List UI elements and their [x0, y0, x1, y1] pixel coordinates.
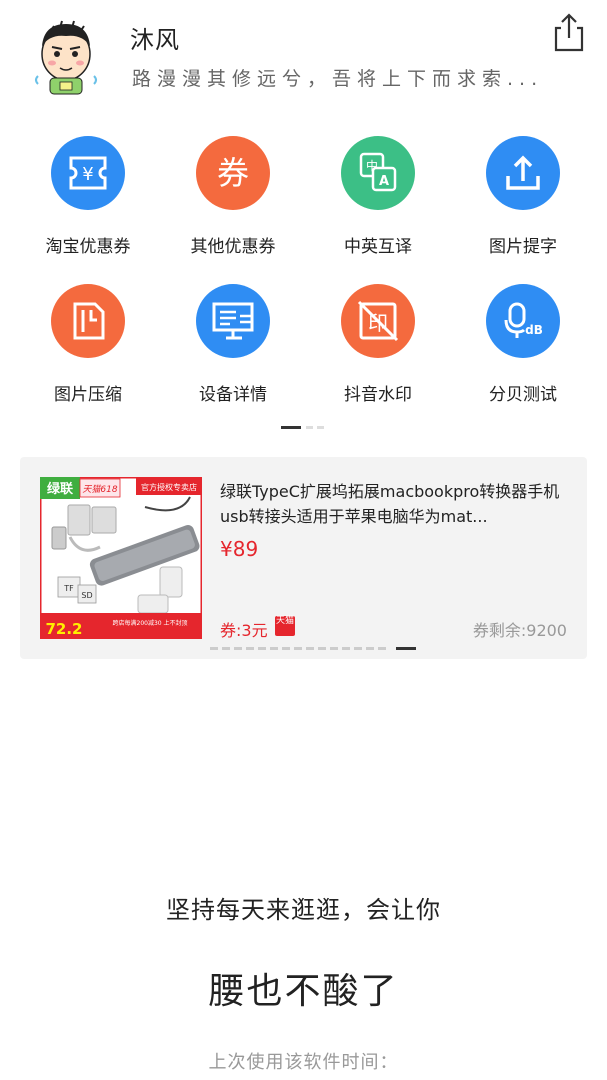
tool-label: 中英互译	[344, 237, 412, 257]
tool-label: 设备详情	[199, 385, 267, 405]
page-dot	[317, 426, 324, 429]
card-page-indicator	[210, 647, 416, 651]
tool-taobao-coupon[interactable]: ¥ 淘宝优惠券	[18, 128, 158, 258]
tool-label: 分贝测试	[489, 385, 557, 405]
page-dot	[270, 647, 278, 650]
user-motto: 路漫漫其修远兮，吾将上下而求索...	[132, 68, 544, 90]
page-dot	[318, 647, 326, 650]
page-dot	[330, 647, 338, 650]
svg-text:dB: dB	[525, 323, 543, 337]
no-watermark-icon: 印	[341, 284, 415, 358]
translate-icon: 中 A	[341, 136, 415, 210]
coupon-value: 券:3元	[220, 621, 268, 640]
svg-text:SD: SD	[81, 591, 92, 600]
tool-other-coupon[interactable]: 券 其他优惠券	[163, 128, 303, 258]
product-price: ¥89	[220, 537, 259, 561]
page-dot	[306, 647, 314, 650]
slogan-line-2: 腰也不酸了	[208, 971, 399, 1012]
monitor-icon	[196, 284, 270, 358]
page-dot-active	[396, 647, 416, 650]
page-dot	[258, 647, 266, 650]
slogan-line-1: 坚持每天来逛逛，会让你	[166, 896, 441, 924]
tool-decibel-test[interactable]: dB 分贝测试	[453, 276, 593, 406]
svg-text:券: 券	[217, 154, 249, 192]
svg-text:绿联: 绿联	[47, 481, 73, 497]
coupon-quan-icon: 券	[196, 136, 270, 210]
svg-text:¥: ¥	[82, 164, 93, 185]
last-use-time-label: 上次使用该软件时间：	[208, 1052, 399, 1073]
tool-label: 其他优惠券	[190, 237, 276, 257]
product-card[interactable]: 绿联 天猫618 官方授权专卖店 TF SD 72.2 跨店每满200减30 上…	[20, 457, 587, 659]
svg-text:A: A	[379, 174, 389, 189]
page-dot	[222, 647, 230, 650]
grid-page-indicator	[0, 426, 607, 430]
svg-text:跨店每满200减30 上不封顶: 跨店每满200减30 上不封顶	[113, 619, 188, 627]
tool-translate[interactable]: 中 A 中英互译	[308, 128, 448, 258]
coupon-remaining: 券剩余:9200	[472, 621, 567, 640]
share-button[interactable]	[548, 10, 588, 54]
upload-icon	[486, 136, 560, 210]
svg-text:中: 中	[366, 158, 378, 173]
decibel-mic-icon: dB	[486, 284, 560, 358]
tool-label: 淘宝优惠券	[45, 237, 131, 257]
page-dot	[282, 647, 290, 650]
product-image: 绿联 天猫618 官方授权专卖店 TF SD 72.2 跨店每满200减30 上…	[38, 475, 204, 641]
compress-file-icon	[51, 284, 125, 358]
ticket-yuan-icon: ¥	[51, 136, 125, 210]
share-icon	[548, 13, 588, 58]
page-dot	[366, 647, 374, 650]
tmall-badge: 天猫	[275, 616, 295, 636]
tool-label: 抖音水印	[344, 385, 412, 405]
page-dot	[306, 426, 313, 429]
tool-douyin-watermark[interactable]: 印 抖音水印	[308, 276, 448, 406]
page-dot	[378, 647, 386, 650]
tool-device-info[interactable]: 设备详情	[163, 276, 303, 406]
username: 沐风	[130, 26, 180, 54]
page-dot	[342, 647, 350, 650]
tool-label: 图片压缩	[54, 385, 122, 405]
page-dot	[354, 647, 362, 650]
product-title: 绿联TypeC扩展坞拓展macbookpro转换器手机usb转接头适用于苹果电脑…	[220, 482, 560, 526]
profile-header: 沐风 路漫漫其修远兮，吾将上下而求索...	[0, 0, 607, 110]
page-dot	[246, 647, 254, 650]
page-dot	[210, 647, 218, 650]
page-dot	[294, 647, 302, 650]
avatar[interactable]	[30, 16, 102, 98]
tool-image-text[interactable]: 图片提字	[453, 128, 593, 258]
tool-image-compress[interactable]: 图片压缩	[18, 276, 158, 406]
svg-text:TF: TF	[63, 584, 74, 593]
page-dot-active	[281, 426, 301, 429]
svg-text:官方授权专卖店: 官方授权专卖店	[141, 482, 197, 492]
tool-label: 图片提字	[489, 237, 557, 257]
svg-text:天猫618: 天猫618	[82, 484, 117, 495]
svg-text:72.2: 72.2	[45, 620, 82, 638]
page-dot	[234, 647, 242, 650]
